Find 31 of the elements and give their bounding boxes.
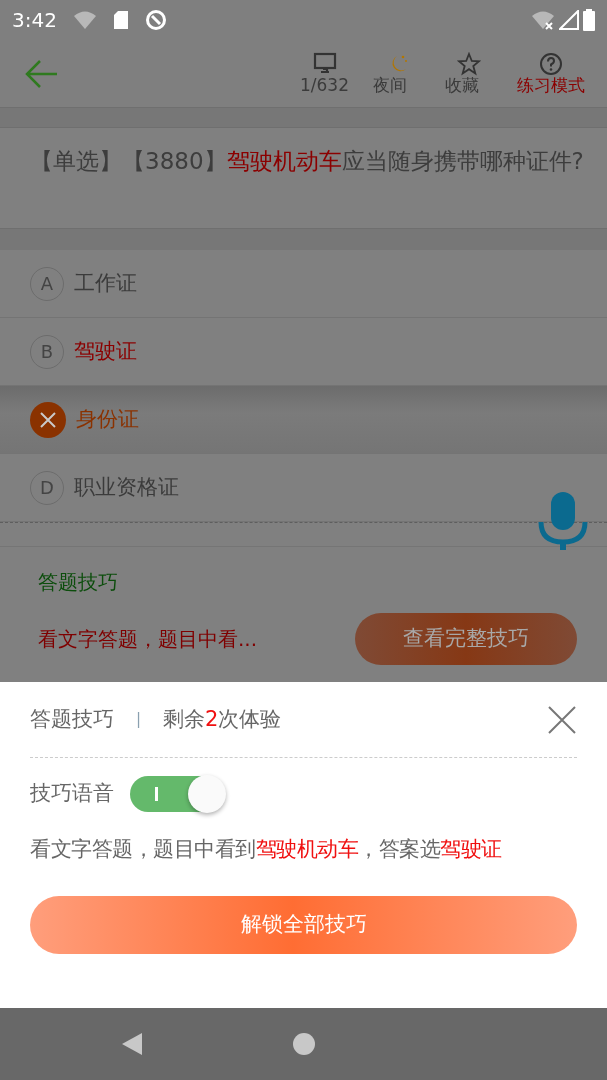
wifi-off-icon [531, 10, 555, 30]
help-icon[interactable] [539, 52, 563, 77]
sheet-title: 答题技巧 [30, 705, 114, 733]
wrong-mark-icon[interactable] [30, 401, 66, 438]
view-tips-button[interactable]: 查看完整技巧 [355, 613, 577, 665]
voice-label: 技巧语音 [30, 780, 114, 808]
back-icon[interactable] [120, 1032, 143, 1056]
question-text: 【单选】【3880】驾驶机动车应当随身携带哪种证件? [30, 147, 585, 176]
remaining-text: 剩余2次体验 [163, 705, 282, 733]
option-text[interactable]: 职业资格证 [74, 471, 179, 504]
toolbar-label[interactable]: 练习模式 [517, 76, 585, 95]
option-text[interactable]: 驾驶证 [74, 335, 137, 368]
toolbar-label[interactable]: 收藏 [445, 76, 493, 95]
option-text[interactable]: 工作证 [74, 267, 137, 300]
clock-text: 3:42 [12, 7, 57, 34]
tip-preview: 看文字答题，题目中看... [38, 626, 258, 653]
option-text[interactable]: 身份证 [76, 403, 139, 436]
battery-icon [583, 9, 595, 31]
section-title: 答题技巧 [38, 569, 119, 596]
voice-toggle[interactable] [130, 776, 224, 812]
tip-text: 看文字答题，题目中看到驾驶机动车，答案选驾驶证 [30, 836, 503, 863]
unlock-button[interactable]: 解锁全部技巧 [30, 895, 577, 954]
wifi-icon [72, 10, 97, 30]
sd-card-icon [112, 10, 129, 30]
signal-icon [559, 10, 579, 30]
counter-label[interactable]: 1/632 [300, 76, 349, 95]
close-icon[interactable] [547, 704, 577, 735]
star-icon[interactable] [457, 52, 481, 77]
home-icon[interactable] [292, 1033, 315, 1055]
divider-text: | [136, 709, 142, 731]
toolbar-label[interactable]: 夜间 [373, 76, 421, 95]
